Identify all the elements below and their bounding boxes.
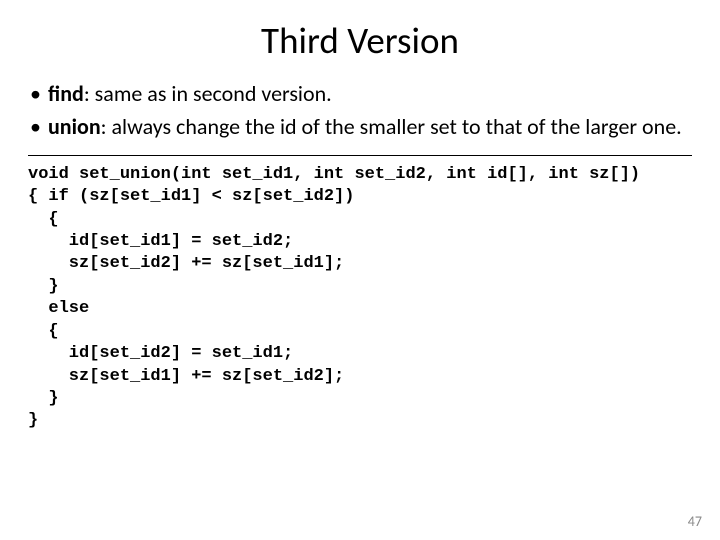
bullet-list: find: same as in second version. union: … bbox=[28, 81, 692, 141]
bullet-item: find: same as in second version. bbox=[28, 81, 692, 108]
bullet-text: : always change the id of the smaller se… bbox=[101, 113, 682, 140]
bullet-text: : same as in second version. bbox=[84, 80, 332, 107]
bullet-item: union: always change the id of the small… bbox=[28, 114, 692, 141]
bullet-keyword: find bbox=[48, 80, 84, 107]
bullet-keyword: union bbox=[48, 113, 101, 140]
code-block: void set_union(int set_id1, int set_id2,… bbox=[28, 155, 692, 433]
page-number: 47 bbox=[688, 513, 702, 530]
slide: Third Version find: same as in second ve… bbox=[0, 18, 720, 540]
slide-title: Third Version bbox=[0, 18, 720, 63]
